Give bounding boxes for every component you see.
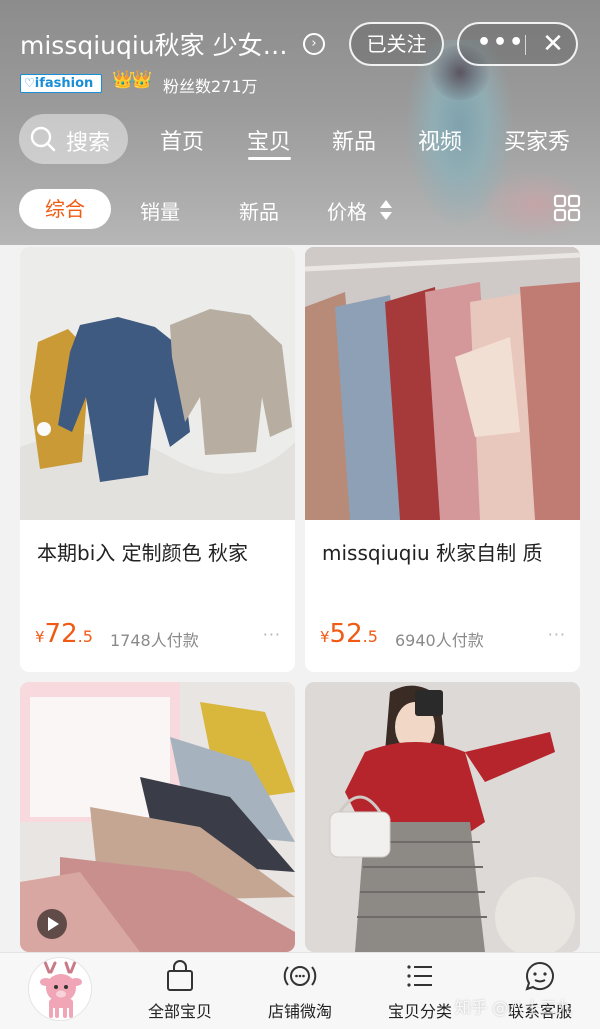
shop-info-chevron-icon[interactable]: ›: [303, 33, 325, 55]
tab-new[interactable]: 新品: [332, 124, 376, 156]
search-icon: [30, 126, 56, 152]
filter-price[interactable]: 价格: [327, 196, 367, 225]
capsule-menu: ••• ✕: [457, 22, 578, 66]
price-decimal: .5: [362, 627, 378, 646]
shop-name[interactable]: missqiuqiu秋家 少女…: [20, 26, 288, 62]
search-label: 搜索: [66, 131, 111, 156]
price-integer: 52: [329, 619, 363, 649]
product-image-red-blouse[interactable]: [305, 682, 580, 952]
product-image-sweaters[interactable]: [20, 247, 295, 520]
more-icon[interactable]: •••: [477, 24, 523, 64]
bottom-nav-label: 全部宝贝: [147, 1002, 212, 1021]
shopping-bag-icon: [167, 960, 193, 991]
bottom-nav-label: 店铺微淘: [267, 1002, 332, 1021]
fans-count: 粉丝数271万: [163, 77, 258, 96]
tab-video[interactable]: 视频: [418, 124, 462, 156]
deer-logo-icon: [31, 960, 91, 1020]
crown-icon: 👑👑: [112, 70, 152, 90]
tab-items[interactable]: 宝贝: [247, 124, 291, 156]
ifashion-badge: ♡ifashion: [20, 74, 102, 93]
product-card[interactable]: 本期bi入 定制颜色 秋家 ¥72.5 1748人付款 ···: [20, 247, 295, 672]
sort-arrows-icon[interactable]: [379, 196, 393, 224]
tab-buyer-show[interactable]: 买家秀: [504, 124, 570, 156]
filter-new[interactable]: 新品: [239, 196, 279, 225]
product-card[interactable]: [20, 682, 295, 952]
product-image-jackets[interactable]: [305, 247, 580, 520]
active-tab-indicator: [248, 157, 291, 160]
sold-count: 6940人付款: [395, 631, 484, 650]
follow-button[interactable]: 已关注: [349, 22, 444, 66]
close-icon[interactable]: ✕: [533, 24, 573, 64]
price-integer: 72: [44, 619, 78, 649]
capsule-divider: [525, 35, 526, 55]
more-options-icon[interactable]: ···: [263, 625, 281, 644]
price-symbol: ¥: [35, 628, 45, 646]
grid-view-icon[interactable]: [553, 194, 581, 222]
zhihu-watermark: 知乎 @八十三九: [455, 998, 573, 1017]
shop-avatar[interactable]: [28, 957, 92, 1021]
filter-sales[interactable]: 销量: [140, 196, 180, 225]
heart-icon: ♡: [24, 76, 35, 90]
list-icon: [407, 965, 432, 987]
product-card[interactable]: [305, 682, 580, 952]
search-button[interactable]: 搜索: [19, 114, 128, 164]
product-price: ¥52.5: [320, 619, 378, 649]
broadcast-icon: [283, 966, 317, 986]
product-title[interactable]: missqiuqiu 秋家自制 质: [322, 537, 542, 566]
product-title[interactable]: 本期bi入 定制颜色 秋家: [37, 537, 248, 566]
bottom-nav-all-items[interactable]: 全部宝贝: [125, 960, 235, 1022]
price-decimal: .5: [77, 627, 93, 646]
more-options-icon[interactable]: ···: [548, 625, 566, 644]
tab-home[interactable]: 首页: [160, 124, 204, 156]
product-image-pants[interactable]: [20, 682, 295, 952]
ifashion-badge-text: ifashion: [34, 76, 94, 91]
product-price: ¥72.5: [35, 619, 93, 649]
sold-count: 1748人付款: [110, 631, 199, 650]
product-card[interactable]: missqiuqiu 秋家自制 质 ¥52.5 6940人付款 ···: [305, 247, 580, 672]
bottom-nav-shop-feed[interactable]: 店铺微淘: [245, 960, 355, 1022]
chat-face-icon: [525, 962, 554, 991]
filter-overall[interactable]: 综合: [19, 189, 111, 229]
price-symbol: ¥: [320, 628, 330, 646]
